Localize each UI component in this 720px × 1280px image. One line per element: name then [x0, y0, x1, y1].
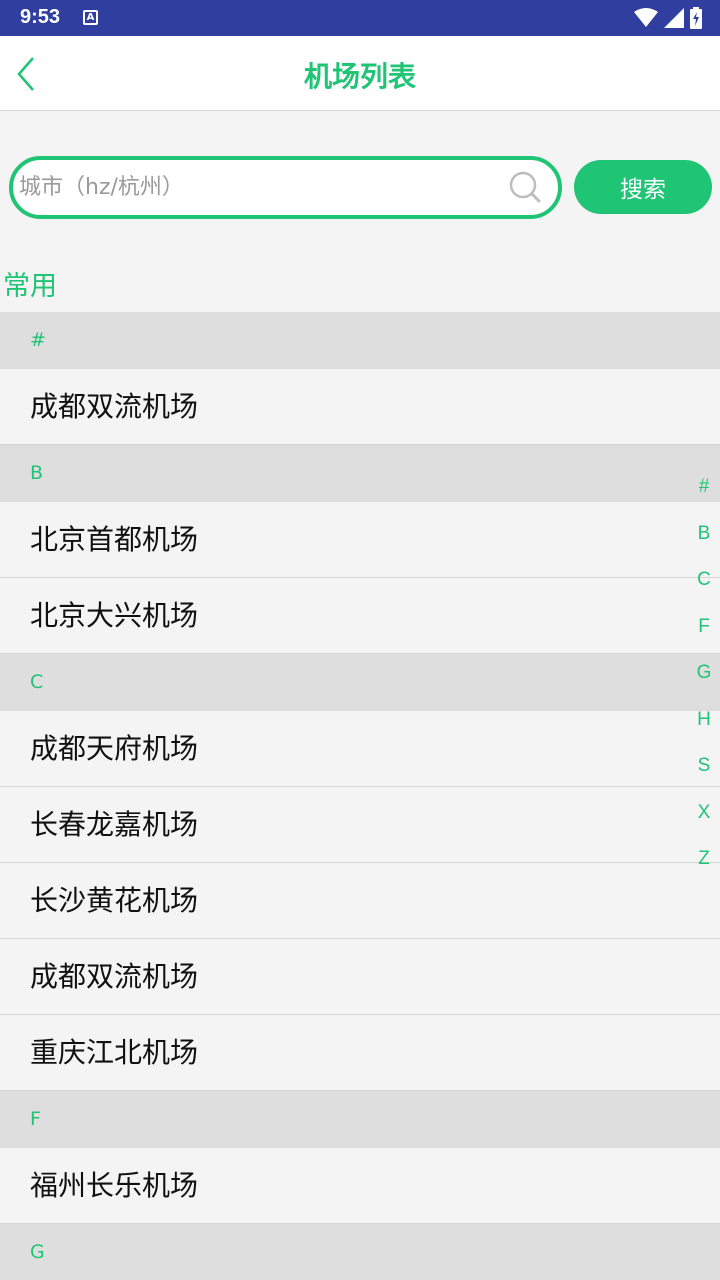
airport-list-item[interactable]: 北京大兴机场	[0, 578, 720, 654]
airport-list-item[interactable]: 福州长乐机场	[0, 1148, 720, 1224]
search-input[interactable]	[19, 166, 499, 209]
notification-icon: A	[83, 10, 98, 25]
status-icons	[634, 6, 702, 30]
airport-list-item[interactable]: 成都双流机场	[0, 369, 720, 445]
index-letter[interactable]: C	[694, 567, 714, 614]
index-letter[interactable]: H	[694, 707, 714, 754]
airport-list-item[interactable]: 长春龙嘉机场	[0, 787, 720, 863]
index-letter[interactable]: #	[694, 474, 714, 521]
airport-list-item[interactable]: 成都双流机场	[0, 939, 720, 1015]
search-button[interactable]: 搜索	[574, 160, 712, 214]
alphabet-index: # B C F G H S X Z	[694, 474, 714, 893]
section-header: #	[0, 312, 720, 369]
status-bar: 9:53 A	[0, 0, 720, 36]
search-icon[interactable]	[508, 170, 544, 206]
index-letter[interactable]: F	[694, 614, 714, 661]
section-header: C	[0, 654, 720, 711]
index-letter[interactable]: G	[694, 660, 714, 707]
app-bar: 机场列表	[0, 36, 720, 111]
index-letter[interactable]: Z	[694, 846, 714, 893]
index-letter[interactable]: B	[694, 521, 714, 568]
airport-list-item[interactable]: 成都天府机场	[0, 711, 720, 787]
signal-icon	[664, 8, 684, 28]
section-header: F	[0, 1091, 720, 1148]
battery-icon	[690, 7, 702, 29]
airport-list-item[interactable]: 重庆江北机场	[0, 1015, 720, 1091]
airport-list: # 成都双流机场 B 北京首都机场 北京大兴机场 C 成都天府机场 长春龙嘉机场 长沙黄花机场成…	[0, 312, 720, 1280]
status-time: 9:53	[20, 6, 61, 28]
airport-list-item[interactable]: 北京首都机场	[0, 502, 720, 578]
index-letter[interactable]: X	[694, 800, 714, 847]
airport-list-item[interactable]: 长沙黄花机场	[0, 863, 720, 939]
section-header: B	[0, 445, 720, 502]
section-header: G	[0, 1224, 720, 1280]
wifi-icon	[634, 8, 658, 27]
page-title: 机场列表	[303, 60, 416, 93]
index-letter[interactable]: S	[694, 753, 714, 800]
search-box	[9, 156, 562, 219]
common-label: 常用	[3, 271, 57, 302]
